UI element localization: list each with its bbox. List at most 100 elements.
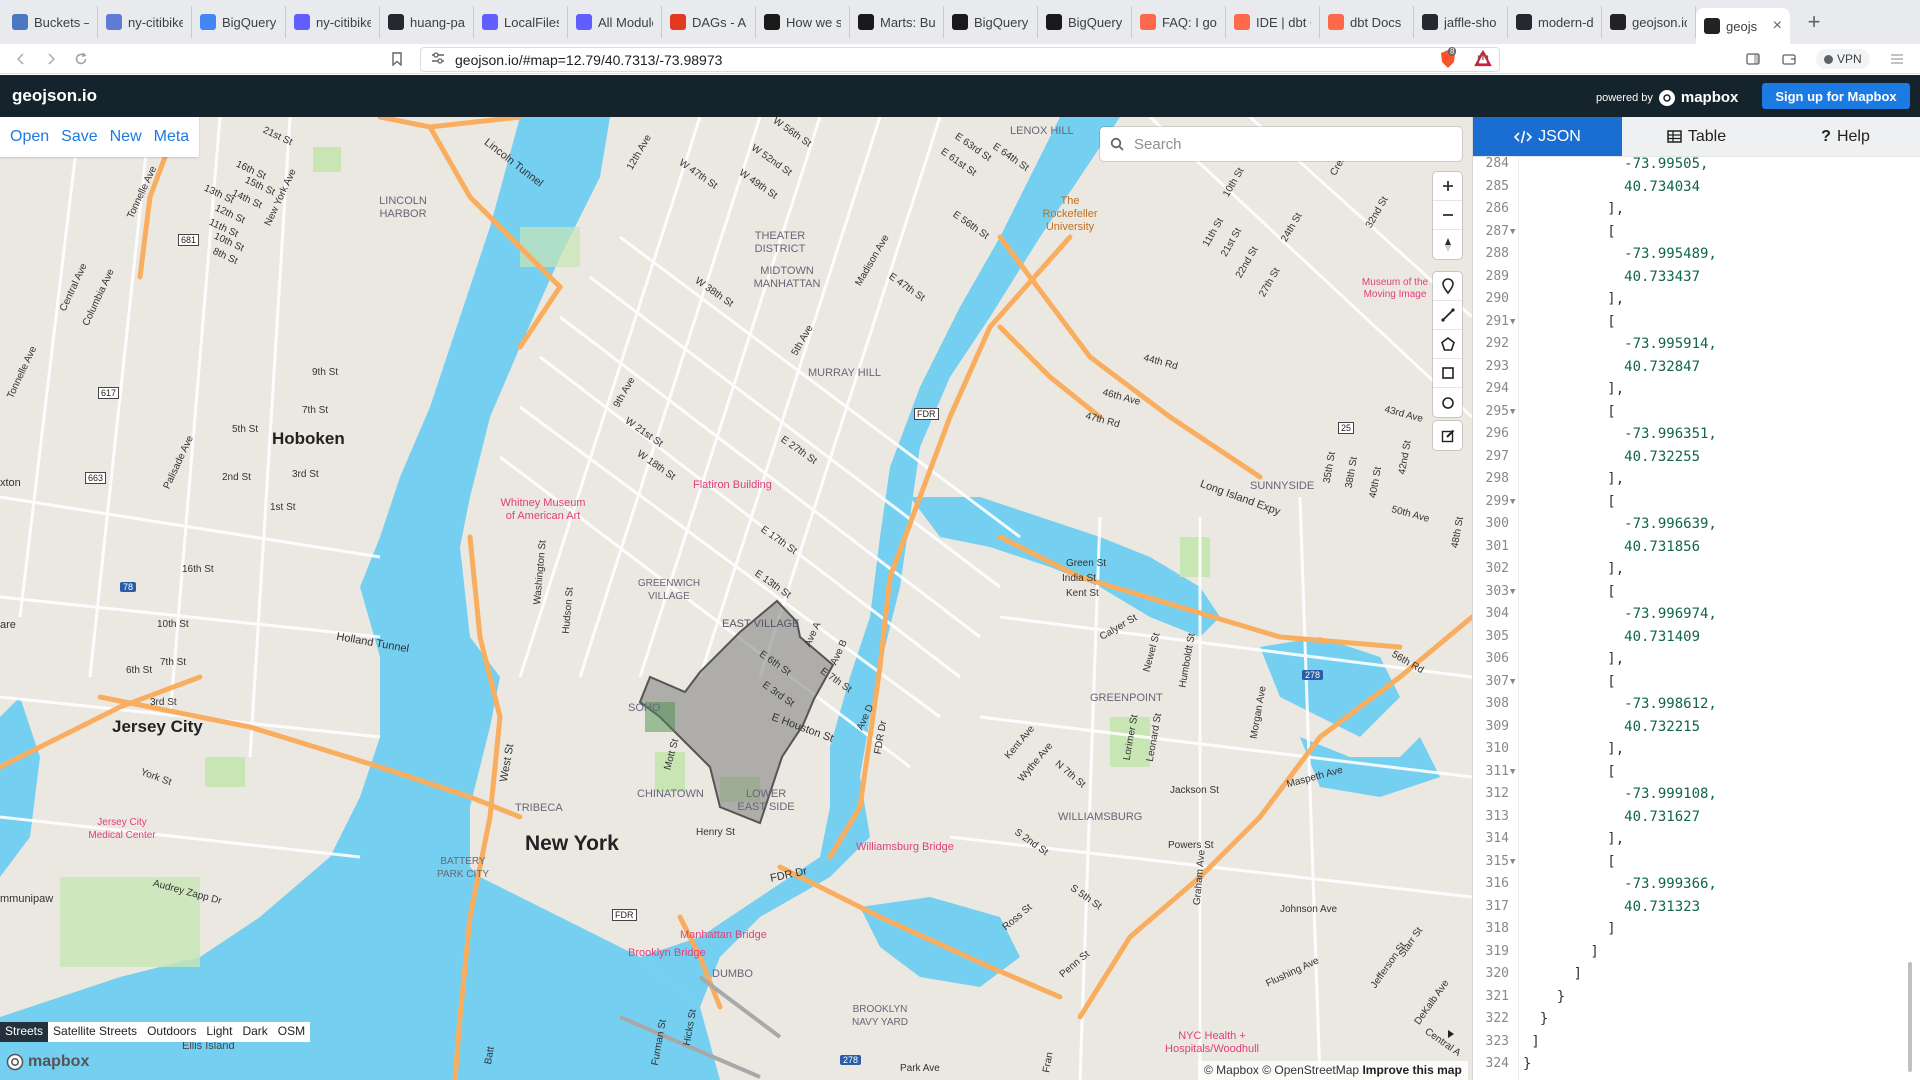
- new-tab-button[interactable]: +: [1798, 6, 1830, 38]
- browser-menu-button[interactable]: [1886, 49, 1908, 69]
- line-number: 318: [1485, 921, 1509, 936]
- edit-features-button[interactable]: [1433, 421, 1462, 450]
- line-number: 312: [1485, 786, 1509, 801]
- brave-rewards-button[interactable]: [1472, 49, 1494, 69]
- back-button[interactable]: [6, 44, 36, 74]
- wallet-button[interactable]: [1778, 49, 1800, 69]
- draw-marker-button[interactable]: [1433, 272, 1462, 301]
- browser-tab[interactable]: DAGs - Ai: [662, 6, 756, 38]
- reload-button[interactable]: [66, 44, 96, 74]
- powered-by-mapbox[interactable]: powered by mapbox: [1596, 89, 1738, 106]
- draw-rectangle-icon: [1441, 367, 1454, 379]
- tab-help[interactable]: ? Help: [1771, 117, 1920, 156]
- fold-toggle-icon[interactable]: ▼: [1510, 401, 1515, 424]
- browser-tab[interactable]: How we st: [756, 6, 850, 38]
- bookmark-button[interactable]: [382, 44, 412, 74]
- line-number: 285: [1485, 178, 1509, 194]
- browser-toolbar: geojson.io/#map=12.79/40.7313/-73.98973 …: [0, 44, 1920, 74]
- triangle-right-icon: [1448, 1030, 1454, 1038]
- browser-tab[interactable]: geojson.io: [1602, 6, 1696, 38]
- browser-tab[interactable]: BigQuery: [192, 6, 286, 38]
- style-osm[interactable]: OSM: [272, 1022, 311, 1042]
- fold-toggle-icon[interactable]: ▼: [1510, 851, 1515, 874]
- compass-button[interactable]: [1433, 230, 1462, 259]
- save-button[interactable]: Save: [55, 128, 103, 146]
- style-streets[interactable]: Streets: [0, 1022, 49, 1042]
- signup-mapbox-button[interactable]: Sign up for Mapbox: [1762, 83, 1910, 109]
- open-button[interactable]: Open: [4, 128, 55, 146]
- attribution-mapbox-link[interactable]: © Mapbox: [1204, 1063, 1259, 1077]
- close-tab-icon[interactable]: ×: [1773, 17, 1782, 35]
- map-canvas[interactable]: Hoboken Jersey City New York GREENWICH V…: [0, 117, 1472, 1080]
- browser-tab[interactable]: dbt Docs: [1320, 6, 1414, 38]
- line-number: 297: [1485, 448, 1509, 464]
- side-panel: JSON Table ? Help 284 -73.99505, 285 40.7…: [1472, 117, 1920, 1080]
- improve-map-link[interactable]: Improve this map: [1362, 1063, 1461, 1077]
- browser-tab[interactable]: BigQuery: [944, 6, 1038, 38]
- browser-tab[interactable]: Buckets –: [4, 6, 98, 38]
- forward-button[interactable]: [36, 44, 66, 74]
- draw-line-button[interactable]: [1433, 301, 1462, 330]
- edit-toolbar: [1433, 421, 1462, 450]
- line-number: 319: [1485, 943, 1509, 959]
- app-logo[interactable]: geojson.io: [12, 86, 97, 106]
- browser-tab[interactable]: geojs ×: [1696, 8, 1790, 44]
- brave-shields-button[interactable]: 8: [1437, 47, 1459, 69]
- new-button[interactable]: New: [104, 128, 148, 146]
- fold-toggle-icon[interactable]: ▼: [1510, 761, 1515, 784]
- fold-toggle-icon[interactable]: ▼: [1510, 311, 1515, 334]
- line-number: 311: [1485, 763, 1509, 779]
- geocoder-search[interactable]: Search: [1100, 127, 1462, 161]
- code-text: ],: [1523, 201, 1625, 217]
- browser-tab[interactable]: All Module: [568, 6, 662, 38]
- line-number: 295: [1485, 403, 1509, 419]
- json-editor[interactable]: 284 -73.99505, 285 40.734034 286 ], 287 ▼ [2…: [1473, 157, 1920, 1080]
- wallet-icon: [1782, 54, 1796, 65]
- draw-rectangle-button[interactable]: [1433, 359, 1462, 388]
- site-settings-icon[interactable]: [431, 52, 445, 67]
- draw-circle-button[interactable]: [1433, 388, 1462, 417]
- browser-tab[interactable]: modern-d: [1508, 6, 1602, 38]
- navigation-controls: [1433, 172, 1462, 259]
- collapse-panel-button[interactable]: [1440, 1023, 1462, 1045]
- code-text: [: [1523, 583, 1616, 600]
- code-text: 40.731627: [1523, 808, 1701, 825]
- tab-table[interactable]: Table: [1622, 117, 1771, 156]
- style-outdoors[interactable]: Outdoors: [142, 1022, 202, 1042]
- style-dark[interactable]: Dark: [237, 1022, 273, 1042]
- meta-button[interactable]: Meta: [148, 128, 196, 146]
- fold-toggle-icon[interactable]: ▼: [1510, 671, 1515, 694]
- vpn-button[interactable]: VPN: [1816, 49, 1870, 69]
- draw-polygon-button[interactable]: [1433, 330, 1462, 359]
- browser-tab[interactable]: IDE | dbt C: [1226, 6, 1320, 38]
- browser-tab-bar: Buckets – ny-citibike BigQuery ny-citibike…: [0, 0, 1920, 44]
- sidebar-toggle-button[interactable]: [1742, 49, 1764, 69]
- code-text: ],: [1523, 291, 1625, 307]
- browser-tab[interactable]: ny-citibike: [98, 6, 192, 38]
- attribution-osm-link[interactable]: © OpenStreetMap: [1262, 1063, 1359, 1077]
- code-text: ],: [1523, 471, 1625, 487]
- fold-toggle-icon[interactable]: ▼: [1510, 491, 1515, 514]
- browser-tab[interactable]: LocalFiles: [474, 6, 568, 38]
- browser-tab[interactable]: BigQuery: [1038, 6, 1132, 38]
- zoom-out-button[interactable]: [1433, 201, 1462, 230]
- browser-tab[interactable]: FAQ: I got: [1132, 6, 1226, 38]
- style-satellite-streets[interactable]: Satellite Streets: [48, 1022, 143, 1042]
- tab-json[interactable]: JSON: [1473, 117, 1622, 156]
- browser-tab[interactable]: huang-pa: [380, 6, 474, 38]
- line-number: 315: [1485, 853, 1509, 869]
- mapbox-logo-icon: [1658, 89, 1675, 106]
- editor-scrollbar-thumb[interactable]: [1908, 962, 1912, 1072]
- style-light[interactable]: Light: [201, 1022, 238, 1042]
- address-input[interactable]: geojson.io/#map=12.79/40.7313/-73.98973: [420, 47, 1500, 72]
- mapbox-logo[interactable]: mapbox: [6, 1053, 89, 1071]
- editor-line: 311 ▼ [: [1473, 761, 1920, 784]
- zoom-in-button[interactable]: [1433, 172, 1462, 201]
- browser-tab[interactable]: Marts: Bu: [850, 6, 944, 38]
- browser-tab[interactable]: jaffle-sho: [1414, 6, 1508, 38]
- fold-toggle-icon[interactable]: ▼: [1510, 221, 1515, 244]
- code-text: [: [1523, 313, 1616, 330]
- browser-tab[interactable]: ny-citibike: [286, 6, 380, 38]
- browser-tab-label: FAQ: I got: [1162, 14, 1217, 30]
- fold-toggle-icon[interactable]: ▼: [1510, 581, 1515, 604]
